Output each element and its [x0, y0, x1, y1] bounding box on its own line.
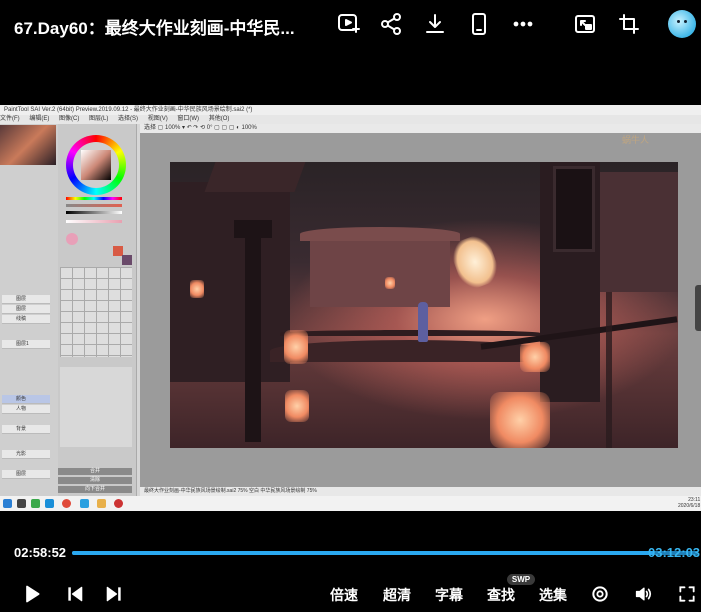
- sai-secondary-swatch: [122, 255, 132, 265]
- bridge-rail: [280, 330, 540, 336]
- hanging-sign: [553, 166, 595, 252]
- search-button[interactable]: 查找: [487, 585, 515, 605]
- settings-ring-icon: [592, 586, 608, 602]
- building-right: [600, 172, 678, 292]
- play-window-icon[interactable]: [334, 10, 362, 38]
- search-icon: [17, 499, 26, 508]
- total-time: 03:12:03: [648, 545, 701, 560]
- sai-window-title: PaintTool SAI Ver.2 (64bit) Preview.2019…: [0, 105, 701, 115]
- volume-button[interactable]: [631, 582, 657, 606]
- more-icon[interactable]: [509, 10, 537, 38]
- sai-saturation-slider: [66, 204, 122, 207]
- next-button[interactable]: [101, 582, 127, 606]
- episodes-button[interactable]: 选集: [539, 585, 567, 605]
- sai-menu-image: 图像(C): [59, 116, 80, 122]
- railing-right: [606, 292, 678, 448]
- sai-layer-row: 图层: [2, 305, 50, 314]
- next-icon: [106, 586, 121, 602]
- sai-hue-slider: [66, 197, 122, 200]
- lantern: [190, 280, 204, 298]
- previous-icon: [68, 586, 83, 602]
- app-icon: [80, 499, 89, 508]
- app-icon: [31, 499, 40, 508]
- avatar-eye-right: [684, 20, 687, 23]
- danmaku-settings-button[interactable]: [587, 582, 613, 606]
- volume-icon: [635, 587, 652, 601]
- sai-menu-window: 窗口(W): [177, 116, 200, 122]
- video-frame[interactable]: PaintTool SAI Ver.2 (64bit) Preview.2019…: [0, 105, 701, 511]
- start-icon: [3, 499, 12, 508]
- sai-menu-other: 其他(O): [208, 116, 230, 122]
- play-icon: [26, 585, 40, 603]
- chrome-icon: [62, 499, 71, 508]
- lantern: [285, 390, 309, 422]
- sai-toolbar: 选择 ▢ 100% ▾ ↶ ↷ ⟲ 0° ▢ ▢ ▢ ◐ 100%: [140, 124, 701, 133]
- quality-button[interactable]: 超清: [383, 585, 411, 605]
- watermark-logo: 蜗牛人: [622, 135, 650, 145]
- download-icon[interactable]: [421, 10, 449, 38]
- browser-icon: [45, 499, 54, 508]
- lantern: [284, 330, 308, 364]
- sai-layer-row: 光影: [2, 450, 50, 459]
- mini-window-icon[interactable]: [571, 10, 599, 38]
- folder-icon: [97, 499, 106, 508]
- sai-layer-row: 人物: [2, 405, 50, 414]
- lamp-post-top: [234, 220, 272, 238]
- sai-density-slider: [66, 220, 122, 223]
- previous-button[interactable]: [62, 582, 88, 606]
- taskbar-clock: 23:11 2020/6/18: [678, 497, 700, 509]
- avatar[interactable]: [668, 10, 696, 38]
- current-time: 02:58:52: [14, 545, 67, 560]
- figure-character: [418, 302, 428, 342]
- sai-app-icon: [114, 499, 123, 508]
- fullscreen-button[interactable]: [674, 582, 700, 606]
- phone-icon[interactable]: [465, 10, 493, 38]
- avatar-eye-left: [677, 20, 680, 23]
- sai-menu-select: 选择(S): [118, 116, 139, 122]
- sai-menu-view: 视图(V): [147, 116, 168, 122]
- sai-merge-button: 合并: [58, 468, 132, 475]
- painting-scene: [170, 162, 678, 448]
- sai-brush-settings: [60, 367, 132, 447]
- sai-tool-grid: [60, 267, 132, 357]
- lamp-post: [245, 222, 261, 442]
- pavilion: [310, 237, 450, 307]
- side-handle[interactable]: [695, 285, 701, 331]
- sai-layer-row: 图层: [2, 295, 50, 304]
- video-title: 67.Day60：最终大作业刻画-中华民...: [14, 19, 295, 38]
- sai-layer-row: 图层: [2, 470, 50, 479]
- play-button[interactable]: [19, 582, 45, 606]
- sai-layer-row: 图层1: [2, 340, 50, 349]
- fullscreen-icon: [679, 586, 695, 602]
- crop-icon[interactable]: [615, 10, 643, 38]
- sai-color-dot: [66, 233, 78, 245]
- sai-value-slider: [66, 211, 122, 214]
- sai-status-bar: 最终大作业刻画-中华民族风场景绘制.sai2 75% 空白 中华民族风场景绘制 …: [140, 487, 701, 496]
- lantern: [490, 392, 550, 448]
- sai-color-square: [81, 150, 111, 180]
- lantern: [520, 342, 550, 372]
- lantern: [385, 277, 395, 289]
- sai-menu-bar: 文件(F) 编辑(E) 图像(C) 图层(L) 选择(S) 视图(V) 窗口(W…: [0, 115, 701, 124]
- progress-fill: [72, 551, 655, 555]
- sai-layer-row-selected: 颜色: [2, 395, 50, 404]
- subtitle-button[interactable]: 字幕: [435, 585, 463, 605]
- pavilion-roof: [300, 227, 460, 241]
- sai-layer-row: 线稿: [2, 315, 50, 324]
- sai-menu-file: 文件(F): [0, 116, 20, 122]
- taskbar-date: 2020/6/18: [678, 503, 701, 509]
- sai-merge-down-button: 向下合并: [58, 486, 132, 493]
- roof-left: [204, 162, 306, 192]
- speed-button[interactable]: 倍速: [330, 585, 358, 605]
- sai-clear-button: 清除: [58, 477, 132, 484]
- search-badge: SWP: [507, 574, 535, 585]
- sai-navigator-thumbnail: [0, 125, 56, 165]
- sai-menu-edit: 编辑(E): [29, 116, 50, 122]
- sai-layer-row: 背景: [2, 425, 50, 434]
- sai-menu-layer: 图层(L): [89, 116, 109, 122]
- share-icon[interactable]: [377, 10, 405, 38]
